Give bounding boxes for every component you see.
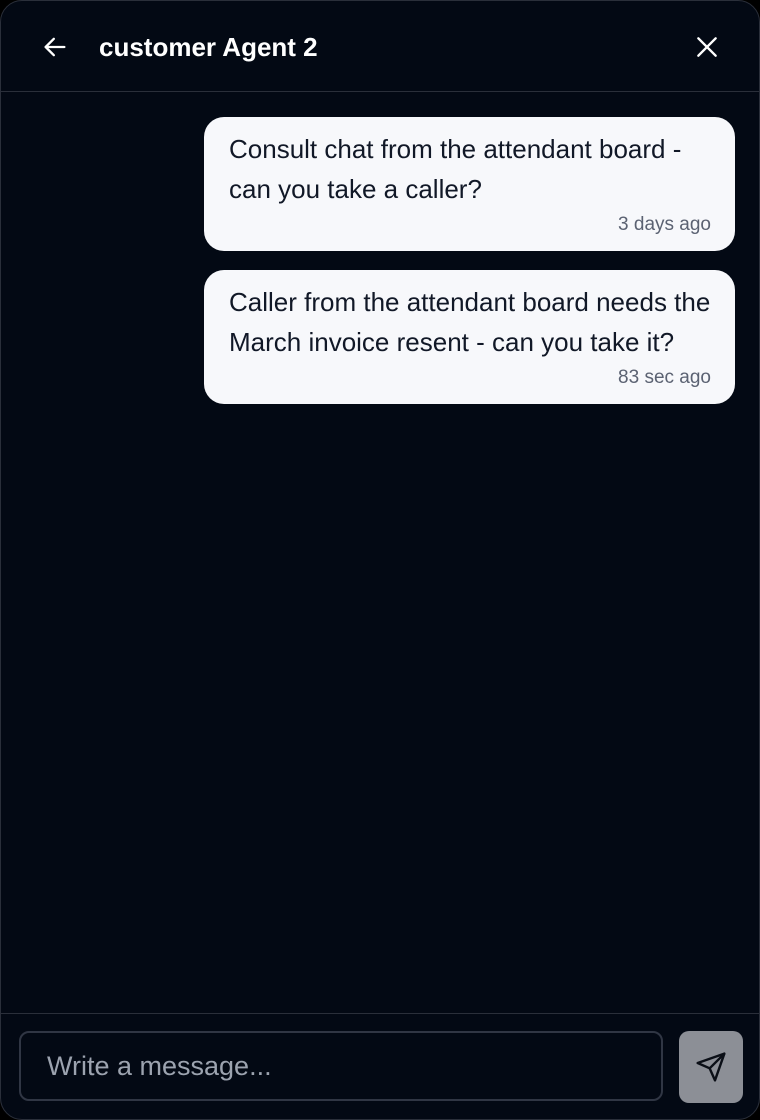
send-button[interactable] <box>679 1031 743 1103</box>
message-list: Consult chat from the attendant board - … <box>1 92 759 1012</box>
back-button[interactable] <box>35 27 75 67</box>
close-icon <box>697 37 717 57</box>
message-input[interactable] <box>19 1031 663 1101</box>
message-timestamp: 3 days ago <box>618 214 711 235</box>
chat-header: customer Agent 2 <box>1 1 759 92</box>
chat-panel: customer Agent 2 Consult chat from the a… <box>0 0 760 1120</box>
chat-title: customer Agent 2 <box>99 32 318 62</box>
message-text: Consult chat from the attendant board - … <box>229 134 682 204</box>
message-bubble: Consult chat from the attendant board - … <box>204 117 735 251</box>
message-timestamp: 83 sec ago <box>618 367 711 388</box>
message-composer <box>1 1013 759 1119</box>
message-bubble: Caller from the attendant board needs th… <box>204 270 735 404</box>
close-button[interactable] <box>687 27 727 67</box>
send-icon <box>696 1052 726 1082</box>
arrow-left-icon <box>44 37 66 57</box>
message-text: Caller from the attendant board needs th… <box>229 287 711 357</box>
